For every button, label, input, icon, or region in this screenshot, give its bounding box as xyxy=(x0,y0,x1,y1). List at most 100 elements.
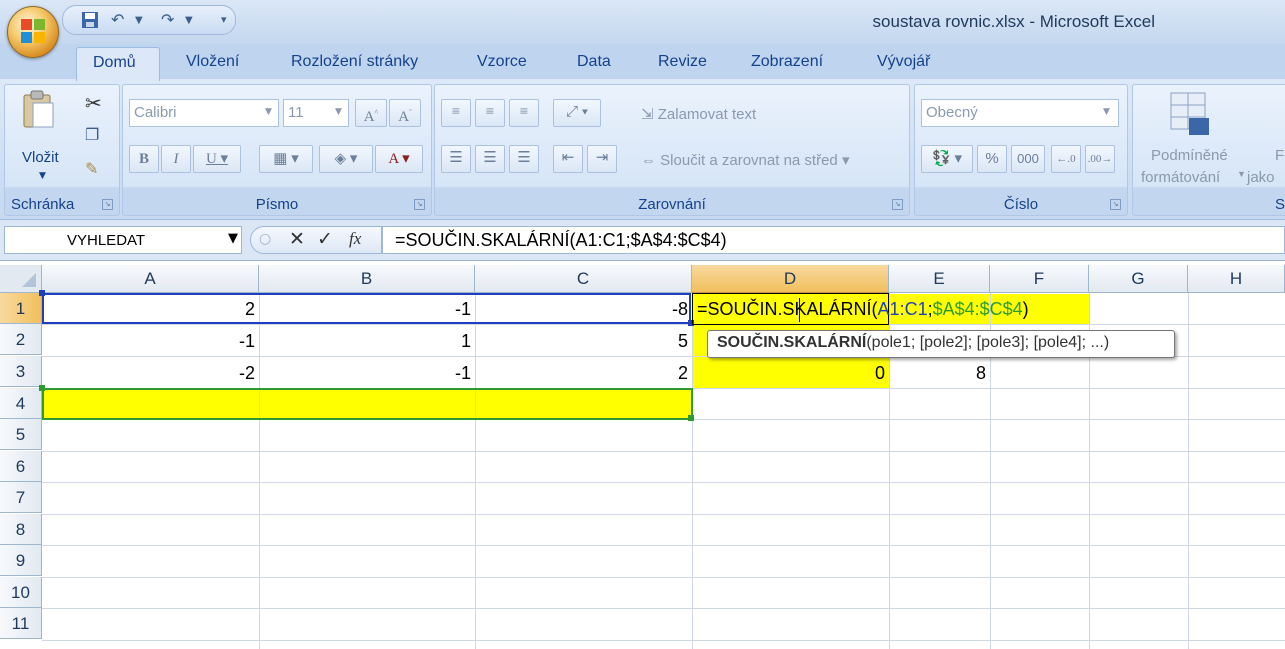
decrease-indent-icon[interactable]: ⇤ xyxy=(553,145,583,173)
conditional-formatting-label-2[interactable]: formátování xyxy=(1141,169,1220,186)
grow-font-icon[interactable]: A^ xyxy=(355,99,387,127)
merge-center-button[interactable]: ⇔ Sloučit a zarovnat na střed ▾ xyxy=(641,151,849,169)
office-logo-icon xyxy=(21,19,45,43)
cell-e3[interactable]: 8 xyxy=(889,358,986,388)
resize-handle-icon[interactable]: ○ xyxy=(259,231,271,247)
tab-formulas[interactable]: Vzorce xyxy=(477,53,527,71)
align-center-icon[interactable]: ☰ xyxy=(475,145,505,173)
decrease-decimal-icon[interactable]: .00→ xyxy=(1085,145,1115,173)
clipboard-launcher-icon[interactable]: ↘ xyxy=(102,199,113,210)
row-header-8[interactable]: 8 xyxy=(0,514,42,545)
comma-style-button[interactable]: 000 xyxy=(1011,145,1045,173)
conditional-formatting-dropdown-icon[interactable]: ▼ xyxy=(1237,169,1246,179)
alignment-launcher-icon[interactable]: ↘ xyxy=(892,199,903,210)
tab-review[interactable]: Revize xyxy=(658,53,707,71)
cell-a2[interactable]: -1 xyxy=(43,326,255,356)
tab-data[interactable]: Data xyxy=(577,53,611,71)
row-header-2[interactable]: 2 xyxy=(0,324,42,355)
column-header-g[interactable]: G xyxy=(1089,265,1188,293)
save-icon[interactable] xyxy=(81,11,99,29)
row-header-1[interactable]: 1 xyxy=(0,293,42,324)
cell-b3[interactable]: -1 xyxy=(259,358,471,388)
row-header-6[interactable]: 6 xyxy=(0,451,42,482)
underline-icon[interactable]: U ▾ xyxy=(193,145,241,173)
increase-indent-icon[interactable]: ⇥ xyxy=(587,145,617,173)
tab-developer[interactable]: Vývojář xyxy=(877,53,930,71)
orientation-icon[interactable]: ⤢ ▾ xyxy=(553,99,601,127)
row-header-3[interactable]: 3 xyxy=(0,356,42,387)
ref-handle-a4-tl[interactable] xyxy=(39,385,45,391)
column-header-f[interactable]: F xyxy=(990,265,1089,293)
conditional-formatting-icon[interactable] xyxy=(1169,91,1211,137)
number-launcher-icon[interactable]: ↘ xyxy=(1110,199,1121,210)
cell-d1-editor[interactable]: =SOUČIN.SKALÁRNÍ(A1:C1;$A$4:$C$4) xyxy=(697,294,1029,324)
number-format-dropdown-icon[interactable]: ▼ xyxy=(1103,107,1110,117)
cell-d3[interactable]: 0 xyxy=(692,358,885,388)
cell-b2[interactable]: 1 xyxy=(259,326,471,356)
column-header-e[interactable]: E xyxy=(889,265,990,293)
tab-insert[interactable]: Vložení xyxy=(186,53,239,71)
format-as-table-label-1[interactable]: Fo xyxy=(1275,147,1285,164)
name-box-dropdown-icon[interactable]: ▼ xyxy=(228,231,238,246)
accounting-format-icon[interactable]: 💱 ▾ xyxy=(921,145,973,173)
align-bottom-icon[interactable]: ≡ xyxy=(509,99,539,127)
format-painter-icon[interactable]: ✎ xyxy=(85,159,98,178)
name-box[interactable]: VYHLEDAT xyxy=(4,226,242,254)
increase-decimal-icon[interactable]: ←.0 xyxy=(1051,145,1081,173)
redo-icon[interactable]: ↷ xyxy=(161,10,174,29)
font-color-icon[interactable]: A ▾ xyxy=(375,145,423,173)
tab-home[interactable]: Domů xyxy=(76,47,160,81)
italic-icon[interactable]: I xyxy=(161,145,191,173)
tooltip-function-name[interactable]: SOUČIN.SKALÁRNÍ xyxy=(717,334,866,351)
borders-icon[interactable]: ▦ ▾ xyxy=(259,145,313,173)
insert-function-icon[interactable]: fx xyxy=(349,229,361,249)
row-header-4[interactable]: 4 xyxy=(0,388,42,419)
wrap-text-button[interactable]: ⇲ Zalamovat text xyxy=(641,105,756,123)
customize-qat-icon[interactable]: ▾ xyxy=(221,13,227,26)
cancel-icon[interactable]: ✕ xyxy=(289,228,305,250)
row-header-10[interactable]: 10 xyxy=(0,577,42,608)
format-as-table-label-2[interactable]: jako xyxy=(1247,169,1275,186)
office-button[interactable] xyxy=(7,6,59,58)
cell-c2[interactable]: 5 xyxy=(475,326,688,356)
column-header-b[interactable]: B xyxy=(259,265,475,293)
percent-style-button[interactable]: % xyxy=(977,145,1007,173)
ref-handle-a4-br[interactable] xyxy=(688,415,694,421)
ref-handle-a1-tl[interactable] xyxy=(39,290,45,296)
row-header-5[interactable]: 5 xyxy=(0,419,42,450)
formula-input[interactable]: =SOUČIN.SKALÁRNÍ(A1:C1;$A$4:$C$4) xyxy=(382,226,1285,254)
column-header-h[interactable]: H xyxy=(1188,265,1285,293)
row-header-7[interactable]: 7 xyxy=(0,482,42,513)
bold-icon[interactable]: B xyxy=(129,145,159,173)
cell-a3[interactable]: -2 xyxy=(43,358,255,388)
shrink-font-icon[interactable]: Aˇ xyxy=(389,99,421,127)
align-top-icon[interactable]: ≡ xyxy=(441,99,471,127)
conditional-formatting-label-1[interactable]: Podmíněné xyxy=(1151,147,1228,164)
row-header-11[interactable]: 11 xyxy=(0,608,42,639)
redo-dropdown-icon[interactable]: ▼ xyxy=(185,15,193,26)
copy-icon[interactable]: ❐ xyxy=(85,125,99,144)
font-name-box[interactable]: Calibri xyxy=(129,99,279,127)
column-header-a[interactable]: A xyxy=(42,265,259,293)
column-header-c[interactable]: C xyxy=(475,265,692,293)
cell-c3[interactable]: 2 xyxy=(475,358,688,388)
paste-icon[interactable] xyxy=(21,89,57,131)
paste-dropdown-icon[interactable]: ▼ xyxy=(39,171,46,181)
font-name-dropdown-icon[interactable]: ▼ xyxy=(265,107,272,117)
undo-dropdown-icon[interactable]: ▼ xyxy=(135,15,143,26)
paste-button-label[interactable]: Vložit xyxy=(22,149,59,166)
column-header-d[interactable]: D xyxy=(692,265,889,293)
fill-color-icon[interactable]: ◈ ▾ xyxy=(319,145,373,173)
font-size-dropdown-icon[interactable]: ▼ xyxy=(335,107,342,117)
align-right-icon[interactable]: ☰ xyxy=(509,145,539,173)
enter-icon[interactable]: ✓ xyxy=(317,228,333,250)
undo-icon[interactable]: ↶ xyxy=(111,10,124,29)
tab-page-layout[interactable]: Rozložení stránky xyxy=(291,53,418,71)
tab-view[interactable]: Zobrazení xyxy=(751,53,823,71)
align-left-icon[interactable]: ☰ xyxy=(441,145,471,173)
font-launcher-icon[interactable]: ↘ xyxy=(414,199,425,210)
align-middle-icon[interactable]: ≡ xyxy=(475,99,505,127)
number-format-box[interactable]: Obecný xyxy=(921,99,1119,127)
row-header-9[interactable]: 9 xyxy=(0,545,42,576)
cut-icon[interactable]: ✂ xyxy=(85,91,102,115)
